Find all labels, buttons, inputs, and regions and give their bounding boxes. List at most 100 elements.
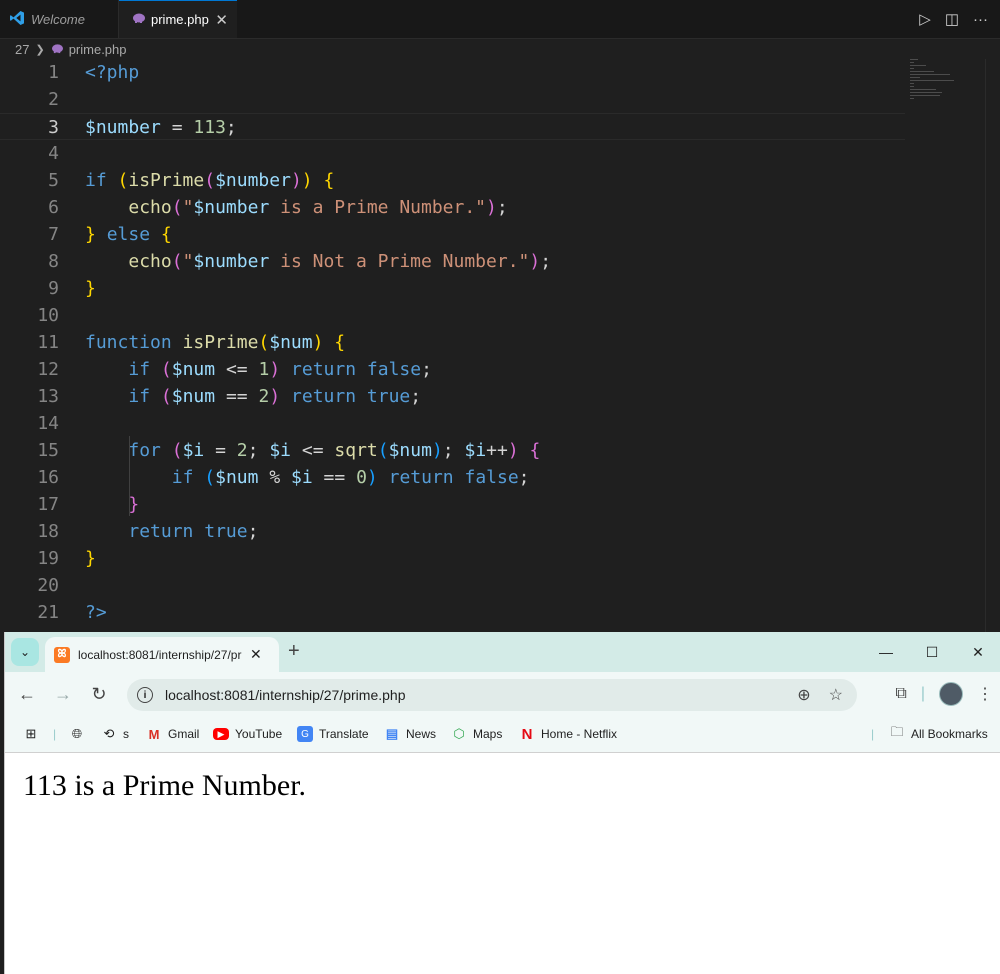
line-number: 13: [37, 386, 59, 407]
bookmark-youtube[interactable]: ▶ YouTube: [213, 716, 282, 752]
new-tab-button[interactable]: +: [288, 640, 300, 663]
code-text: for ($i = 2; $i <= sqrt($num); $i++) {: [128, 440, 541, 461]
code-line[interactable]: 19}: [0, 545, 905, 572]
line-number: 1: [48, 62, 59, 83]
code-text: $number = 113;: [85, 117, 237, 138]
code-line[interactable]: 3 $number = 113;: [0, 113, 905, 140]
code-text: return true;: [128, 521, 259, 542]
line-number: 2: [48, 89, 59, 110]
code-line[interactable]: 6 echo("$number is a Prime Number.");: [0, 194, 905, 221]
code-line[interactable]: 10: [0, 302, 905, 329]
vscode-window: Welcome prime.php ✕ ▷ ◫ ··· 27 ❯ prime.p…: [0, 0, 1000, 632]
code-line[interactable]: 12 if ($num <= 1) return false;: [0, 356, 905, 383]
code-line[interactable]: 13 if ($num == 2) return true;: [0, 383, 905, 410]
php-elephant-icon: [132, 12, 146, 27]
browser-titlebar: ⌄ ꕤ localhost:8081/internship/27/pr ✕ + …: [5, 632, 1000, 672]
code-text: ?>: [85, 602, 107, 623]
minimize-icon[interactable]: —: [863, 632, 909, 672]
browser-tab-title: localhost:8081/internship/27/pr: [78, 647, 242, 662]
editor-actions: ▷ ◫ ···: [919, 0, 1000, 38]
bookmark-history[interactable]: ⟲ s: [101, 716, 129, 752]
zoom-icon[interactable]: ⊕: [797, 685, 810, 705]
split-editor-icon[interactable]: ◫: [945, 10, 959, 28]
bookmark-netflix[interactable]: N Home - Netflix: [519, 716, 617, 752]
php-elephant-icon: [51, 42, 64, 57]
globe-icon[interactable]: 🌐︎: [69, 716, 85, 752]
forward-icon[interactable]: →: [45, 672, 81, 716]
tab-welcome[interactable]: Welcome: [0, 0, 119, 38]
breadcrumb-file[interactable]: prime.php: [69, 42, 127, 57]
code-line[interactable]: 9}: [0, 275, 905, 302]
code-text: <?php: [85, 62, 140, 83]
line-number: 21: [37, 602, 59, 623]
menu-icon[interactable]: ⋮: [977, 684, 993, 704]
minimap[interactable]: [910, 59, 988, 109]
more-actions-icon[interactable]: ···: [973, 11, 988, 28]
close-icon[interactable]: ✕: [250, 646, 262, 663]
toolbar-divider: |: [920, 685, 925, 702]
code-line[interactable]: 15 for ($i = 2; $i <= sqrt($num); $i++) …: [0, 437, 905, 464]
line-number: 11: [37, 332, 59, 353]
code-line[interactable]: 14: [0, 410, 905, 437]
code-text: }: [85, 548, 96, 569]
url-text[interactable]: localhost:8081/internship/27/prime.php: [165, 687, 406, 703]
maps-icon: ⬡: [453, 726, 465, 741]
bookmark-news[interactable]: ▤ News: [384, 716, 436, 752]
bookmark-translate[interactable]: G Translate: [297, 716, 369, 752]
bookmark-gmail[interactable]: M Gmail: [146, 716, 200, 752]
line-number: 18: [37, 521, 59, 542]
line-number: 16: [37, 467, 59, 488]
reload-icon[interactable]: ↻: [81, 672, 117, 716]
code-text: function isPrime($num) {: [85, 332, 346, 353]
code-text: }: [85, 278, 96, 299]
tab-welcome-label: Welcome: [31, 11, 85, 27]
apps-icon[interactable]: ⊞: [23, 716, 39, 752]
code-line[interactable]: 7} else {: [0, 221, 905, 248]
breadcrumb-folder[interactable]: 27: [15, 42, 29, 57]
bookmark-star-icon[interactable]: ☆: [829, 685, 843, 705]
bookmark-maps[interactable]: ⬡ Maps: [451, 716, 502, 752]
line-number: 20: [37, 575, 59, 596]
close-icon[interactable]: ✕: [215, 11, 228, 29]
line-number: 6: [48, 197, 59, 218]
vscode-logo-icon: [9, 10, 25, 29]
code-line[interactable]: 1 <?php: [0, 59, 905, 86]
code-line[interactable]: 21 ?>: [0, 599, 905, 626]
code-line[interactable]: 5 if (isPrime($number)) {: [0, 167, 905, 194]
tab-prime-php[interactable]: prime.php ✕: [119, 0, 237, 38]
close-window-icon[interactable]: ✕: [955, 632, 1000, 672]
code-line[interactable]: 16 if ($num % $i == 0) return false;: [0, 464, 905, 491]
code-editor[interactable]: 1 <?php 2 3 $number = 113; 4 5 if (isPrime($num…: [0, 59, 905, 632]
breadcrumb: 27 ❯ prime.php: [0, 38, 1000, 60]
netflix-icon: N: [521, 725, 533, 743]
run-icon[interactable]: ▷: [919, 10, 931, 28]
extensions-icon[interactable]: ⧉: [895, 685, 906, 703]
code-line[interactable]: 8 echo("$number is Not a Prime Number.")…: [0, 248, 905, 275]
all-bookmarks[interactable]: 🗀 All Bookmarks: [889, 716, 987, 752]
code-line[interactable]: 4: [0, 140, 905, 167]
code-line[interactable]: 17 }: [0, 491, 905, 518]
back-icon[interactable]: ←: [9, 672, 45, 716]
folder-icon: 🗀: [890, 724, 904, 739]
line-number: 5: [48, 170, 59, 191]
browser-window: ⌄ ꕤ localhost:8081/internship/27/pr ✕ + …: [4, 632, 1000, 974]
browser-tab[interactable]: ꕤ localhost:8081/internship/27/pr ✕: [45, 637, 279, 672]
address-bar[interactable]: i localhost:8081/internship/27/prime.php…: [127, 679, 857, 711]
youtube-icon: ▶: [213, 728, 229, 740]
avatar[interactable]: [939, 682, 963, 706]
bookmarks-bar: ⊞ | 🌐︎ ⟲ s M Gmail ▶ YouTube G Translate ▤ Ne…: [5, 716, 1000, 753]
editor-scrollbar[interactable]: [985, 59, 1000, 632]
news-icon: ▤: [385, 726, 399, 741]
code-line[interactable]: 20: [0, 572, 905, 599]
code-line[interactable]: 18 return true;: [0, 518, 905, 545]
maximize-icon[interactable]: ☐: [909, 632, 955, 672]
bookmark-divider: |: [871, 727, 875, 741]
code-line[interactable]: 2: [0, 86, 905, 113]
tab-search-button[interactable]: ⌄: [11, 638, 39, 666]
toolbar-right: ⧉ | ⋮: [895, 672, 993, 716]
bookmark-divider: |: [53, 727, 57, 741]
code-line[interactable]: 11 function isPrime($num) {: [0, 329, 905, 356]
line-number: 19: [37, 548, 59, 569]
line-number: 15: [37, 440, 59, 461]
site-info-icon[interactable]: i: [137, 687, 153, 703]
